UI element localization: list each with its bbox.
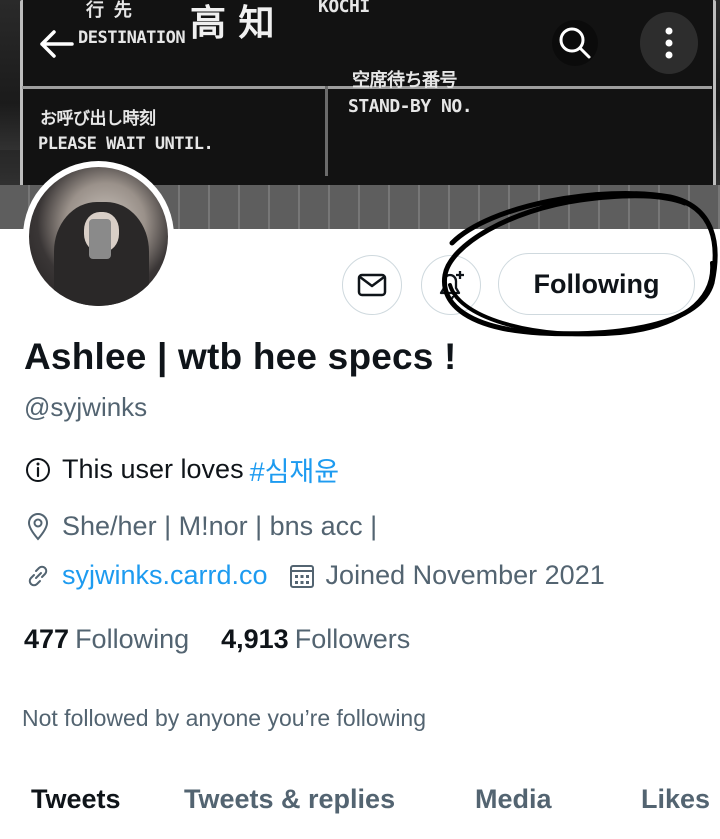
calendar-icon (289, 564, 314, 588)
user-handle: @syjwinks (24, 392, 148, 422)
location-icon (27, 512, 49, 541)
banner-sign-text: お呼び出し時刻 (40, 109, 156, 129)
following-count: 477 (24, 624, 70, 654)
display-name: Ashlee | wtb hee specs ! (24, 336, 457, 377)
banner-sign-divider (325, 86, 328, 176)
banner-sign-text: KOCHI (318, 0, 370, 17)
banner-sign-text: DESTINATION (78, 28, 186, 48)
followers-count: 4,913 (221, 624, 289, 654)
follow-stats: 477 Following 4,913 Followers (24, 624, 442, 655)
followers-label: Followers (294, 624, 411, 654)
location-text: She/her | M!nor | bns acc | (62, 511, 378, 541)
link-row: syjwinks.carrd.co Joined November 2021 (24, 560, 605, 591)
tab-likes[interactable]: Likes (641, 784, 710, 815)
banner-sign-text: 高 知 (190, 3, 275, 44)
avatar-figure (89, 219, 111, 259)
website-link[interactable]: syjwinks.carrd.co (62, 560, 268, 591)
bio: This user loves #심재윤 (24, 450, 339, 489)
more-vertical-icon (665, 27, 673, 59)
link-icon (28, 565, 48, 586)
profile-tabs: Tweets Tweets & replies Media Likes (0, 770, 720, 839)
message-button[interactable] (342, 255, 402, 315)
mail-icon (357, 273, 387, 297)
followers-count-link[interactable]: 4,913 Followers (221, 624, 410, 655)
bell-plus-icon (439, 271, 464, 301)
banner-sign-text: PLEASE WAIT UNTIL. (38, 134, 214, 154)
search-button[interactable] (552, 20, 598, 66)
banner-sign-text: 行 先 (86, 0, 132, 21)
bio-hashtag[interactable]: #심재윤 (250, 450, 340, 489)
location-row: She/her | M!nor | bns acc | (24, 511, 377, 542)
tab-tweets-and-replies[interactable]: Tweets & replies (184, 784, 395, 815)
tab-tweets[interactable]: Tweets (31, 784, 121, 815)
tab-media[interactable]: Media (475, 784, 552, 815)
back-button[interactable] (34, 22, 78, 66)
following-label: Following (75, 624, 190, 654)
bio-text: This user loves (62, 454, 244, 484)
more-options-button[interactable] (640, 12, 698, 74)
banner-sign-text: STAND-BY NO. (348, 96, 473, 117)
search-icon (559, 27, 591, 59)
social-context: Not followed by anyone you’re following (22, 705, 427, 731)
joined-date: Joined November 2021 (325, 560, 605, 590)
following-count-link[interactable]: 477 Following (24, 624, 189, 655)
back-arrow-icon (40, 30, 74, 58)
avatar-image (29, 167, 168, 306)
following-button[interactable]: Following (498, 253, 695, 315)
info-icon (26, 457, 50, 482)
notifications-button[interactable] (421, 255, 481, 315)
banner-sign-text: 空席待ち番号 (352, 70, 458, 91)
profile-avatar[interactable] (23, 161, 174, 312)
